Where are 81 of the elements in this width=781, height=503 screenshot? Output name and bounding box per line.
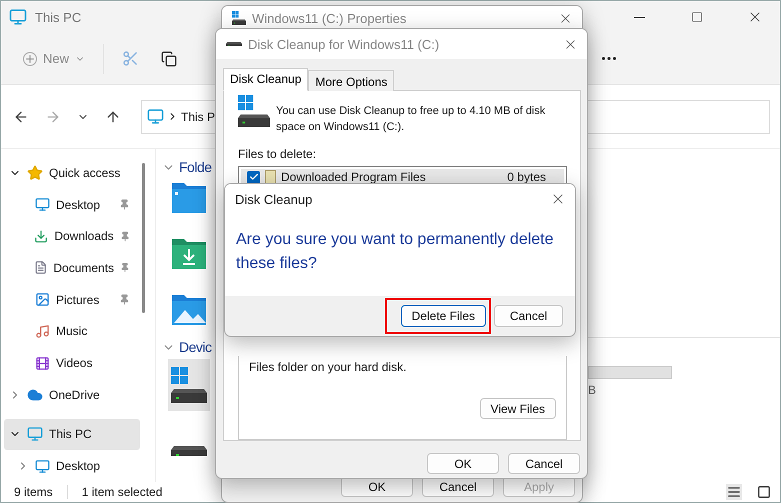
drive-icon [226,42,242,46]
desktop-icon [35,197,50,212]
details-view-button[interactable] [726,484,742,500]
back-button[interactable] [13,108,29,124]
confirm-message: Are you sure you want to permanently delete these files? [235,230,555,274]
storage-text: B [588,383,598,397]
view-files-button[interactable]: View Files [480,398,556,419]
scrollbar[interactable] [142,163,145,313]
pictures-folder-icon [171,292,207,326]
sidebar-label: Documents [53,260,114,275]
summary-text: You can use Disk Cleanup to free up to 4.10 MB of disk space on Windows11 (C:). [276,104,546,135]
tab[interactable]: Disk Cleanup [223,68,308,91]
music-icon [35,324,50,339]
sidebar-label: Music [56,324,88,338]
star-icon [27,164,43,181]
download-folder-icon [171,236,207,270]
plus-icon [23,52,37,66]
sidebar-label: This PC [49,427,93,442]
sidebar-label: Desktop [56,459,102,474]
sidebar-item[interactable]: Downloads [4,220,140,252]
dialog-button[interactable]: Cancel [494,305,563,327]
up-button[interactable] [105,108,121,124]
folder-icon [171,180,207,214]
check-icon [248,172,258,182]
sidebar-label: Videos [56,356,94,370]
sidebar-item[interactable]: Videos [4,347,140,379]
section-heading: Devic [179,339,212,355]
sidebar-item[interactable]: Desktop [4,188,140,220]
item-count: 9 items [14,485,53,499]
monitor-icon [9,8,27,26]
file-size: 0 bytes [507,170,546,184]
sidebar-label: OneDrive [49,388,101,402]
section-heading: Folde [179,159,212,175]
tiles-view-button[interactable] [756,484,772,500]
selection-count: 1 item selected [82,485,162,499]
monitor-icon [27,426,43,442]
window-title: This PC [35,10,82,24]
sidebar-label: Downloads [54,229,114,244]
sidebar-item[interactable]: Quick access [4,157,140,189]
maximize-icon [691,11,703,23]
windows-drive-icon [232,11,246,25]
windows-drive-icon [238,95,270,127]
dialog-button[interactable]: Cancel [508,453,580,474]
more-icon [602,57,616,60]
drive-icon [171,446,207,456]
sidebar-label: Pictures [56,292,100,307]
video-icon [35,356,50,371]
sidebar-label: Quick access [49,166,122,180]
sidebar-item[interactable]: Pictures [4,284,140,316]
document-icon [34,260,48,276]
scissors-icon [122,50,140,67]
windows-drive-icon [171,367,207,403]
minimize-icon [634,16,644,18]
square-icon [757,485,771,499]
window-title: Windows11 (C:) Properties [252,10,408,26]
file-icon [265,170,276,184]
lines-icon [727,485,741,499]
sidebar-item[interactable]: Desktop [4,450,140,482]
sidebar-item[interactable]: Documents [4,252,140,284]
file-name: Downloaded Program Files [281,170,427,184]
address-text: This P [180,110,215,124]
download-icon [34,228,48,244]
sidebar-item[interactable]: This PC [4,418,140,450]
checkbox[interactable] [247,170,260,184]
sidebar-label: Desktop [56,198,102,212]
copy-icon [161,50,178,66]
sidebar-item[interactable]: OneDrive [4,378,140,411]
drive-tile[interactable] [168,359,210,411]
window-title: Disk Cleanup for Windows11 (C:) [248,36,440,52]
monitor-icon [147,108,164,125]
dialog-button[interactable]: OK [427,453,499,474]
cloud-icon [27,386,43,403]
desktop-icon [35,458,50,474]
dialog-button[interactable]: Delete Files [400,305,486,327]
files-label: Files to delete: [238,147,318,161]
description-text: Files folder on your hard disk. [249,360,406,374]
sidebar-item[interactable]: Music [4,316,140,348]
forward-button[interactable] [45,108,61,124]
tab[interactable]: More Options [308,70,394,91]
dialog-title: Disk Cleanup [235,192,314,206]
picture-icon [35,292,50,308]
